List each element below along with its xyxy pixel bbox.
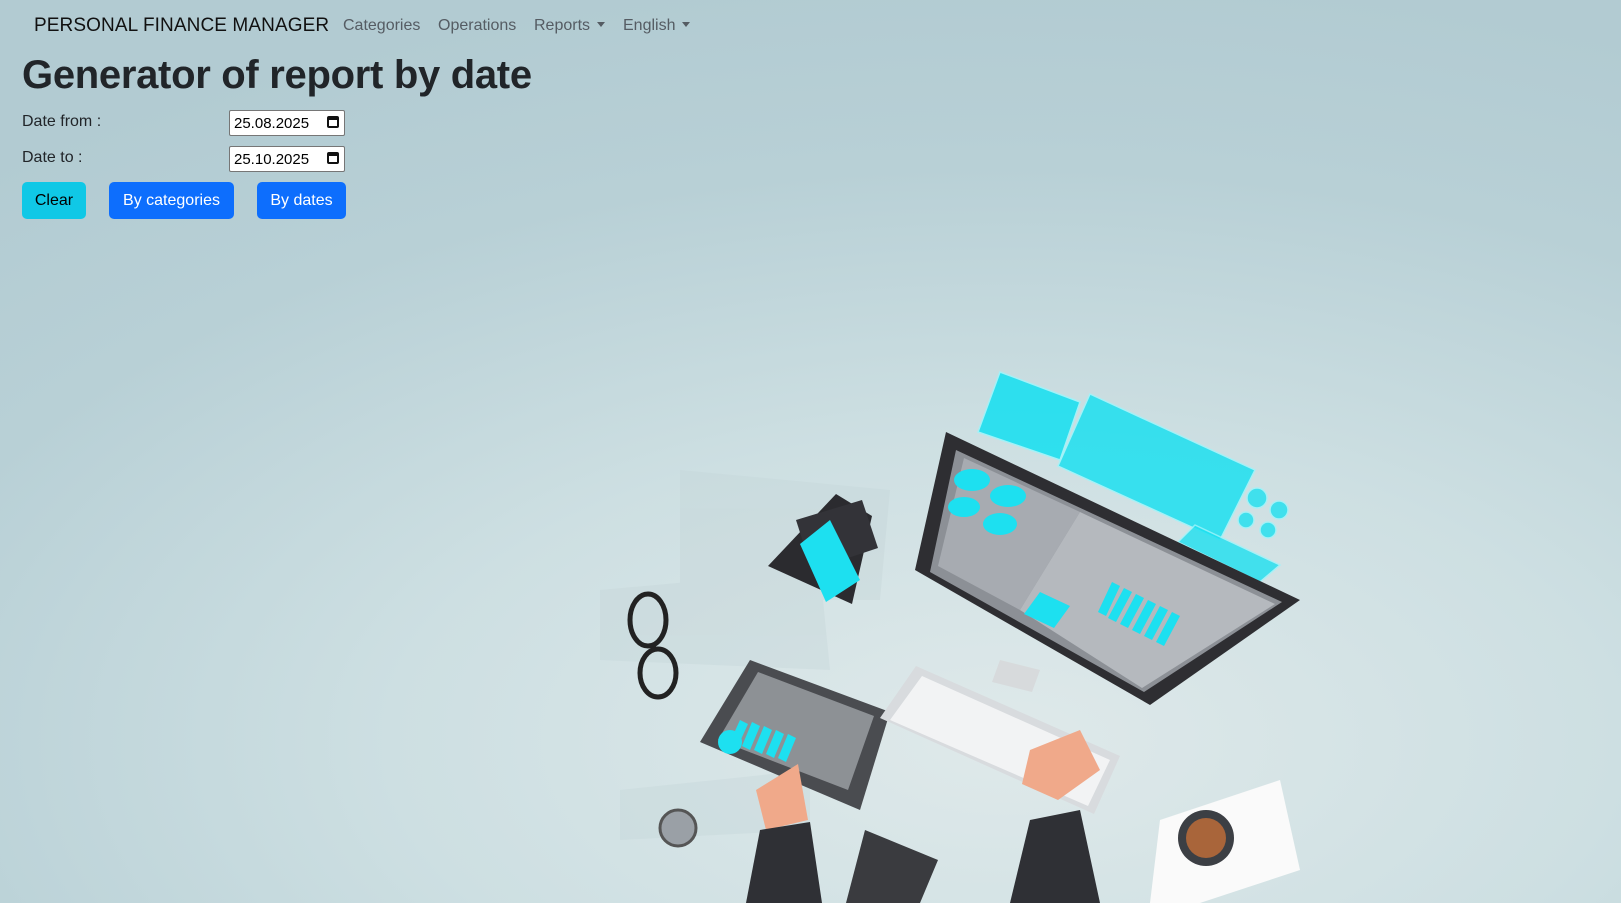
caret-down-icon [682,22,691,27]
calendar-icon[interactable] [327,116,339,128]
workspace-illustration [600,371,1300,903]
page-title: Generator of report by date [22,53,532,97]
nav-categories[interactable]: Categories [343,17,420,35]
nav-language-dropdown[interactable]: English [623,17,691,35]
calculator [846,830,938,903]
brand-link[interactable]: PERSONAL FINANCE MANAGER [34,15,329,37]
paper-coffee [1150,780,1300,903]
navbar: PERSONAL FINANCE MANAGER Categories Oper… [0,0,1621,52]
date-from-input[interactable]: 25.08.2025 [229,110,345,136]
nav-operations-label: Operations [438,17,517,34]
calendar-icon[interactable] [327,152,339,164]
by-dates-button[interactable]: By dates [257,182,346,219]
date-from-label: Date from : [22,113,102,130]
date-to-label: Date to : [22,149,83,166]
nav-operations[interactable]: Operations [438,17,516,35]
date-to-input[interactable]: 25.10.2025 [229,146,345,172]
date-from-value: 25.08.2025 [234,115,310,132]
caret-down-icon [597,22,606,27]
clear-button[interactable]: Clear [22,182,86,219]
nav-categories-label: Categories [343,17,421,34]
by-categories-button[interactable]: By categories [109,182,234,219]
date-to-value: 25.10.2025 [234,151,310,168]
nav-language-label: English [623,17,676,34]
nav-reports-label: Reports [534,17,591,34]
nav-reports-dropdown[interactable]: Reports [534,17,606,35]
watch [658,808,698,848]
